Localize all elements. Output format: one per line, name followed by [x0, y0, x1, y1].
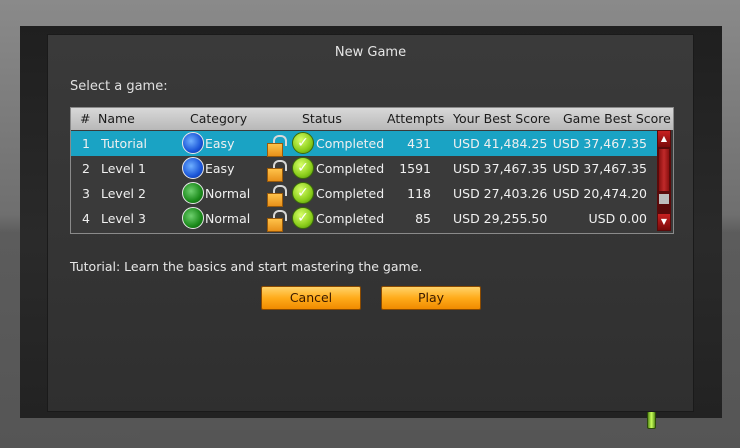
unlocked-padlock-icon: [267, 210, 287, 232]
table-header: # Name Category Status Attempts Your Bes…: [71, 108, 673, 130]
games-table: # Name Category Status Attempts Your Bes…: [70, 107, 674, 234]
row-your-best-score: USD 27,403.26: [453, 186, 548, 201]
check-circle-icon: ✓: [292, 132, 314, 154]
arrow-down-icon[interactable]: ▼: [658, 214, 670, 230]
header-name: Name: [98, 111, 135, 126]
row-game-best-score: USD 37,467.35: [552, 161, 647, 176]
row-number: 3: [82, 186, 90, 201]
table-row[interactable]: 2 Level 1 Easy ✓ Completed 1591 USD 37,4…: [71, 156, 657, 182]
row-status: Completed: [316, 186, 385, 201]
normal-orb-icon: [182, 207, 204, 229]
unlocked-padlock-icon: [267, 160, 287, 182]
select-game-label: Select a game:: [70, 79, 168, 94]
normal-orb-icon: [182, 182, 204, 204]
row-your-best-score: USD 41,484.25: [453, 136, 548, 151]
row-category: Normal: [205, 186, 251, 201]
row-number: 1: [82, 136, 90, 151]
table-row[interactable]: 1 Tutorial Easy ✓ Completed 431 USD 41,4…: [71, 131, 657, 157]
row-category: Easy: [205, 161, 235, 176]
table-scrollbar[interactable]: ▲ ▼: [657, 130, 671, 231]
power-led-icon: [647, 411, 656, 429]
row-attempts: 431: [407, 136, 431, 151]
row-attempts: 1591: [399, 161, 431, 176]
check-circle-icon: ✓: [292, 157, 314, 179]
play-button[interactable]: Play: [381, 286, 481, 310]
scrollbar-thumb[interactable]: [659, 149, 669, 191]
row-category: Normal: [205, 211, 251, 226]
arrow-up-icon[interactable]: ▲: [658, 131, 670, 147]
row-game-best-score: USD 0.00: [588, 211, 647, 226]
row-your-best-score: USD 29,255.50: [453, 211, 548, 226]
table-row[interactable]: 3 Level 2 Normal ✓ Completed 118 USD 27,…: [71, 181, 657, 207]
row-your-best-score: USD 37,467.35: [453, 161, 548, 176]
game-description: Tutorial: Learn the basics and start mas…: [70, 259, 423, 274]
easy-orb-icon: [182, 157, 204, 179]
row-status: Completed: [316, 161, 385, 176]
dialog-title: New Game: [334, 45, 407, 60]
monitor-base: [140, 430, 600, 448]
cancel-button[interactable]: Cancel: [261, 286, 361, 310]
row-number: 2: [82, 161, 90, 176]
row-name: Tutorial: [101, 136, 147, 151]
unlocked-padlock-icon: [267, 135, 287, 157]
row-status: Completed: [316, 136, 385, 151]
header-status: Status: [302, 111, 342, 126]
header-number: #: [80, 111, 91, 126]
header-game-best-score: Game Best Score: [563, 111, 671, 126]
row-status: Completed: [316, 211, 385, 226]
row-game-best-score: USD 20,474.20: [552, 186, 647, 201]
header-attempts: Attempts: [387, 111, 445, 126]
check-circle-icon: ✓: [292, 182, 314, 204]
easy-orb-icon: [182, 132, 204, 154]
row-name: Level 2: [101, 186, 146, 201]
header-category: Category: [190, 111, 248, 126]
table-row[interactable]: 4 Level 3 Normal ✓ Completed 85 USD 29,2…: [71, 206, 657, 232]
row-name: Level 3: [101, 211, 146, 226]
row-category: Easy: [205, 136, 235, 151]
scrollbar-track[interactable]: [659, 194, 669, 204]
row-name: Level 1: [101, 161, 146, 176]
new-game-dialog: New Game Select a game: # Name Category …: [47, 34, 694, 412]
row-attempts: 118: [407, 186, 431, 201]
header-your-best-score: Your Best Score: [453, 111, 551, 126]
row-number: 4: [82, 211, 90, 226]
check-circle-icon: ✓: [292, 207, 314, 229]
row-attempts: 85: [415, 211, 431, 226]
row-game-best-score: USD 37,467.35: [552, 136, 647, 151]
unlocked-padlock-icon: [267, 185, 287, 207]
